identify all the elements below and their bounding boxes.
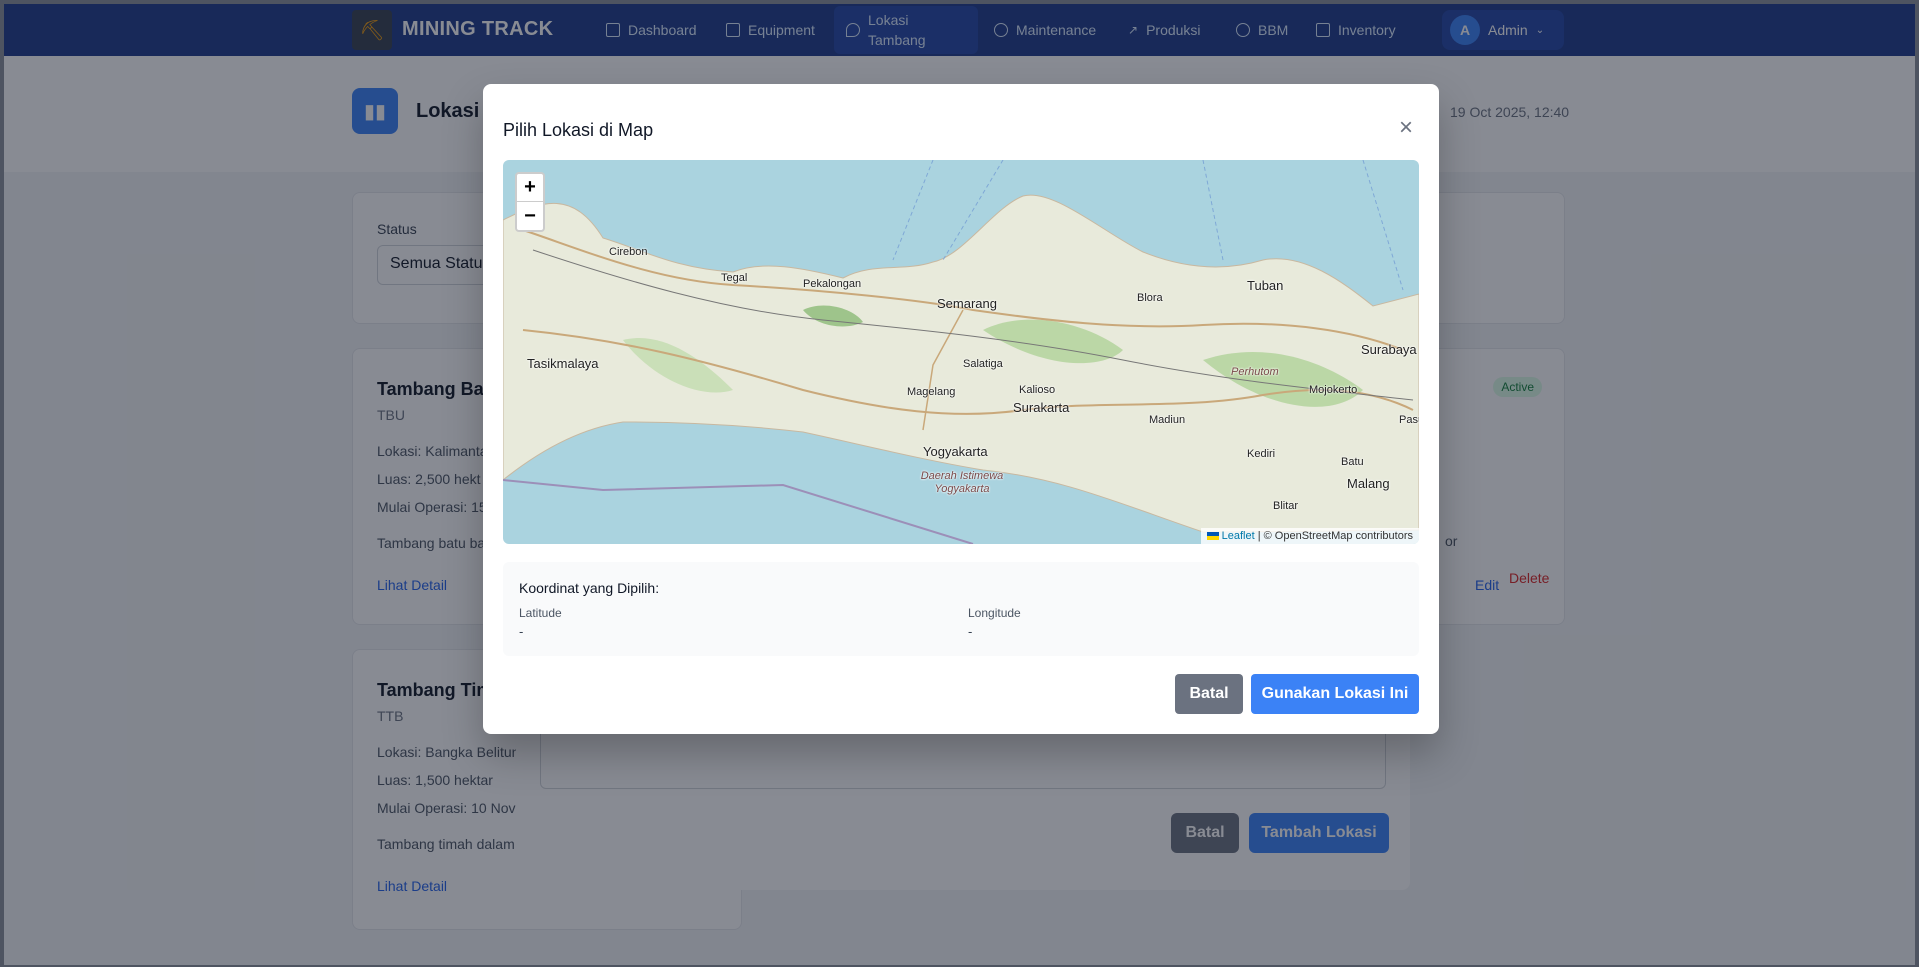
map-label: Surabaya <box>1361 342 1417 357</box>
latitude-label: Latitude <box>519 606 562 620</box>
map-label: Salatiga <box>963 358 1003 370</box>
map-label: Tegal <box>721 272 748 284</box>
map-label: Blora <box>1137 292 1163 304</box>
map-label: Kediri <box>1247 448 1276 460</box>
modal-title: Pilih Lokasi di Map <box>503 120 654 140</box>
zoom-out-button[interactable]: − <box>517 202 543 230</box>
map-label: Kalioso <box>1019 384 1056 396</box>
coordinates-heading: Koordinat yang Dipilih: <box>519 580 660 596</box>
map-label: Cirebon <box>609 246 648 258</box>
selected-coordinates-panel: Koordinat yang Dipilih: Latitude - Longi… <box>503 562 1419 656</box>
longitude-label: Longitude <box>968 606 1021 620</box>
map-label: Pekalongan <box>803 278 862 290</box>
map-label: Tasikmalaya <box>527 356 599 371</box>
map-label: Malang <box>1347 476 1390 491</box>
map-label: Semarang <box>937 296 997 311</box>
map-view[interactable]: + − Cirebon Tegal Pekalongan Semarang Bl… <box>503 160 1419 544</box>
osm-attribution: | © OpenStreetMap contributors <box>1257 530 1413 542</box>
zoom-in-button[interactable]: + <box>517 174 543 202</box>
latitude-value: - <box>519 624 524 639</box>
map-label: Perhutom <box>1231 366 1279 378</box>
close-icon[interactable]: × <box>1395 116 1417 140</box>
map-label: Tuban <box>1247 278 1284 293</box>
zoom-control: + − <box>515 172 545 232</box>
map-label: Yogyakarta <box>923 444 988 459</box>
leaflet-link[interactable]: Leaflet <box>1222 530 1255 542</box>
map-label: Magelang <box>907 386 956 398</box>
map-label: Blitar <box>1273 500 1299 512</box>
map-label: Daerah Istimewa Yogyakarta <box>920 470 1004 495</box>
map-label: Surakarta <box>1013 400 1070 415</box>
map-label: Mojokerto <box>1309 384 1358 396</box>
map-label: Pasu <box>1399 414 1419 426</box>
longitude-value: - <box>968 624 973 639</box>
ukraine-flag-icon <box>1206 532 1219 541</box>
map-label: Madiun <box>1149 414 1186 426</box>
maritime-boundary <box>503 479 974 544</box>
map-label: Batu <box>1341 456 1364 468</box>
cancel-button[interactable]: Batal <box>1175 674 1243 714</box>
map-attribution: Leaflet | © OpenStreetMap contributors <box>1200 528 1419 544</box>
map-picker-modal: Pilih Lokasi di Map × + − Cirebon Tegal … <box>483 84 1439 734</box>
use-location-button[interactable]: Gunakan Lokasi Ini <box>1251 674 1419 714</box>
